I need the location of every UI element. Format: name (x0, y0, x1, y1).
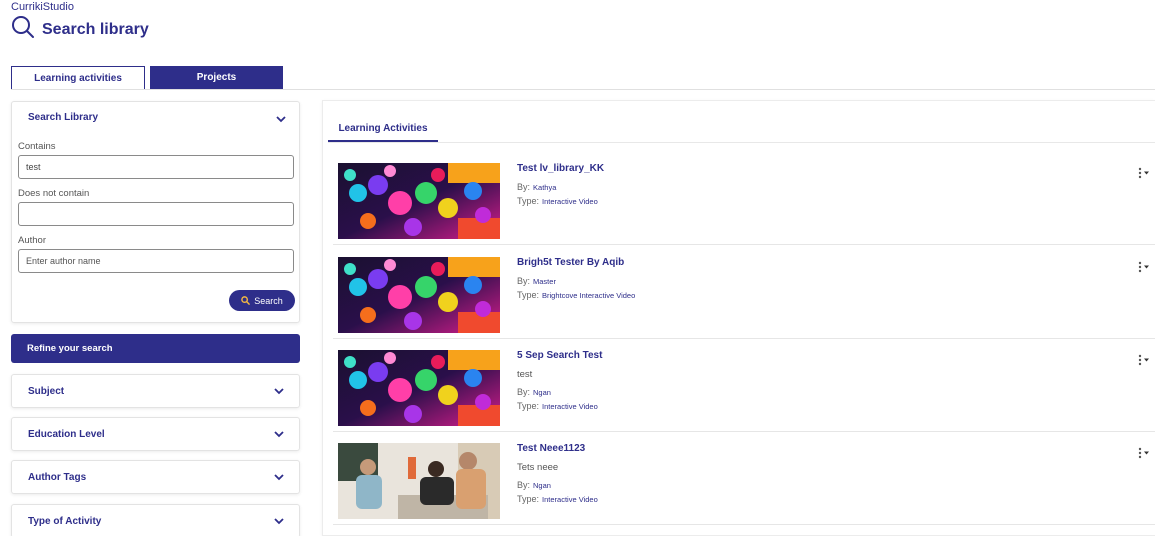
contains-field[interactable] (18, 155, 294, 179)
type-label: Type: (517, 494, 540, 504)
type-value: Interactive Video (542, 197, 598, 206)
chevron-down-icon[interactable] (273, 515, 285, 527)
type-label: Type: (517, 290, 540, 300)
type-value: Interactive Video (542, 402, 598, 411)
activity-description: test (517, 369, 533, 380)
result-item: Brigh5t Tester By Aqib By: Master Type: Br… (333, 246, 1155, 339)
by-label: By: (517, 276, 531, 286)
filter-label: Education Level (28, 429, 105, 440)
filter-label: Subject (28, 386, 65, 397)
author-name: Kathya (533, 183, 557, 192)
tab-learning-activities[interactable]: Learning activities (11, 66, 145, 90)
by-label: By: (517, 182, 531, 192)
filter-type-of-activity[interactable]: Type of Activity (11, 504, 300, 536)
kebab-menu-icon[interactable] (1136, 447, 1152, 459)
filter-author-tags[interactable]: Author Tags (11, 460, 300, 494)
tab-learning-activities-results[interactable]: Learning Activities (328, 117, 438, 142)
search-icon (241, 296, 251, 305)
activity-type: Type: Brightcove Interactive Video (517, 290, 635, 300)
search-library-header[interactable]: Search Library (28, 112, 98, 123)
activity-author: By: Ngan (517, 480, 551, 490)
activity-thumbnail[interactable] (338, 350, 500, 426)
activity-thumbnail[interactable] (338, 163, 500, 239)
results-tab-divider (328, 142, 1155, 143)
page-title: Search library (42, 20, 149, 38)
contains-input[interactable] (26, 162, 293, 172)
type-label: Type: (517, 196, 540, 206)
chevron-down-icon[interactable] (275, 113, 287, 125)
activity-thumbnail[interactable] (338, 443, 500, 519)
activity-type: Type: Interactive Video (517, 401, 598, 411)
refine-search-header: Refine your search (11, 334, 300, 363)
kebab-menu-icon[interactable] (1136, 261, 1152, 273)
chevron-down-icon[interactable] (273, 385, 285, 397)
author-field[interactable] (18, 249, 294, 273)
activity-author: By: Ngan (517, 387, 551, 397)
activity-author: By: Kathya (517, 182, 556, 192)
activity-title[interactable]: Brigh5t Tester By Aqib (517, 257, 624, 268)
search-button[interactable]: Search (229, 290, 295, 311)
tab-projects[interactable]: Projects (150, 66, 283, 89)
activity-author: By: Master (517, 276, 556, 286)
author-name: Master (533, 277, 556, 286)
tabs-divider (11, 89, 1155, 90)
result-item: Test Neee1123 Tets neee By: Ngan Type: Int… (333, 432, 1155, 525)
filter-label: Author Tags (28, 472, 87, 483)
type-value: Interactive Video (542, 495, 598, 504)
activity-title[interactable]: Test lv_library_KK (517, 163, 604, 174)
author-input[interactable] (26, 256, 293, 266)
search-icon (11, 15, 35, 44)
contains-label: Contains (18, 141, 56, 152)
activity-thumbnail[interactable] (338, 257, 500, 333)
not-contains-input[interactable] (26, 209, 293, 219)
kebab-menu-icon[interactable] (1136, 354, 1152, 366)
author-name: Ngan (533, 388, 551, 397)
search-library-panel: Search Library Contains Does not contain… (11, 101, 300, 323)
results-panel: Learning Activities Test lv_library_KK B… (322, 100, 1155, 536)
chevron-down-icon[interactable] (273, 471, 285, 483)
by-label: By: (517, 480, 531, 490)
brand-name: CurrikiStudio (11, 1, 74, 13)
activity-type: Type: Interactive Video (517, 494, 598, 504)
result-item: Test lv_library_KK By: Kathya Type: Intera… (333, 152, 1155, 245)
type-value: Brightcove Interactive Video (542, 291, 636, 300)
type-label: Type: (517, 401, 540, 411)
activity-type: Type: Interactive Video (517, 196, 598, 206)
kebab-menu-icon[interactable] (1136, 167, 1152, 179)
activity-description: Tets neee (517, 462, 559, 473)
not-contains-label: Does not contain (18, 188, 90, 199)
not-contains-field[interactable] (18, 202, 294, 226)
by-label: By: (517, 387, 531, 397)
search-button-label: Search (254, 295, 283, 306)
filter-label: Type of Activity (28, 516, 102, 527)
activity-title[interactable]: Test Neee1123 (517, 443, 585, 454)
filter-subject[interactable]: Subject (11, 374, 300, 408)
page-header: Search library (11, 15, 149, 44)
activity-title[interactable]: 5 Sep Search Test (517, 350, 602, 361)
filter-education-level[interactable]: Education Level (11, 417, 300, 451)
top-tabs: Learning activities Projects (11, 66, 283, 90)
result-item: 5 Sep Search Test test By: Ngan Type: Inte… (333, 339, 1155, 432)
chevron-down-icon[interactable] (273, 428, 285, 440)
author-name: Ngan (533, 481, 551, 490)
author-label: Author (18, 235, 46, 246)
